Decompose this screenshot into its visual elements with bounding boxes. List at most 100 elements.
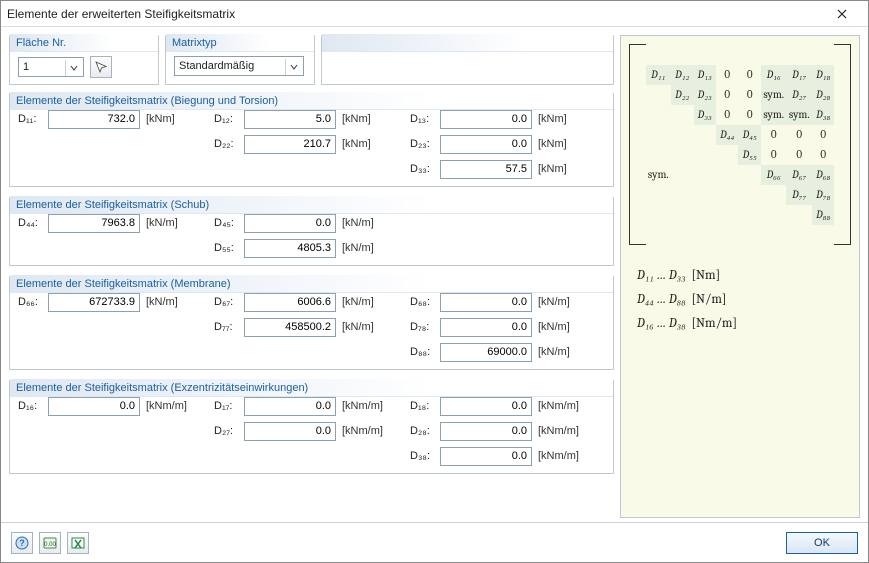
d88-input[interactable] [440,343,532,362]
matrix-cell [646,205,672,225]
d77-label: D₇₇: [214,321,240,333]
matrix-cell: 0 [716,65,738,85]
d28-label: D₂₈: [410,425,436,437]
d23-input[interactable] [440,135,532,154]
help-button[interactable]: ? [11,532,33,554]
matrix-cell [671,125,693,145]
shear-title: Elemente der Steifigkeitsmatrix (Schub) [10,196,613,214]
matrix-cell: 0 [812,145,834,165]
d28-input[interactable] [440,422,532,441]
matrixtype-select[interactable]: Standardmäßig [174,56,304,76]
help-icon: ? [15,536,29,550]
matrix-cell: 0 [738,65,760,85]
export-excel-button[interactable] [67,532,89,554]
units-button[interactable]: 0.00 [39,532,61,554]
titlebar: Elemente der erweiterten Steifigkeitsmat… [1,1,868,27]
matrix-cell: D₇₈ [812,185,834,205]
matrix-cell: D₁₁ [646,65,672,85]
arrow-pick-icon [94,60,108,74]
d78-input[interactable] [440,318,532,337]
matrix-cell [694,145,716,165]
matrix-cell [646,145,672,165]
info-panel: D₁₁D₁₂D₁₃00D₁₆D₁₇D₁₈D₂₂D₂₃00sym.D₂₇D₂₈D₃… [620,35,860,518]
d55-label: D₅₅: [214,242,240,254]
matrix-cell [786,205,812,225]
matrix-cell [646,85,672,105]
close-button[interactable] [822,2,862,26]
surface-group: Fläche Nr. 1 [9,35,159,85]
membrane-title: Elemente der Steifigkeitsmatrix (Membran… [10,275,613,293]
matrix-cell: 0 [716,105,738,125]
d16-input[interactable] [48,397,140,416]
matrix-cell: 0 [716,85,738,105]
d13-input[interactable] [440,110,532,129]
matrix-cell [646,105,672,125]
d18-input[interactable] [440,397,532,416]
shear-group: Elemente der Steifigkeitsmatrix (Schub) … [9,197,614,266]
d44-input[interactable] [48,214,140,233]
d22-label: D₂₂: [214,138,240,150]
d68-input[interactable] [440,293,532,312]
d12-input[interactable] [244,110,336,129]
matrix-cell: D₆₈ [812,165,834,185]
matrix-cell [694,185,716,205]
matrix-cell: D₁₈ [812,65,834,85]
window-title: Elemente der erweiterten Steifigkeitsmat… [7,7,235,21]
matrix-cell [671,145,693,165]
ok-button[interactable]: OK [786,532,858,554]
d16-label: D₁₆: [18,400,44,412]
matrix-cell [671,165,693,185]
matrix-cell: 0 [738,85,760,105]
chevron-down-icon [65,60,81,76]
matrix-cell [716,185,738,205]
d33-label: D₃₃: [410,163,436,175]
matrix-cell: sym. [786,105,812,125]
matrix-cell [671,185,693,205]
matrix-cell [694,125,716,145]
d11-input[interactable] [48,110,140,129]
d55-input[interactable] [244,239,336,258]
d38-label: D₃₈: [410,450,436,462]
d77-input[interactable] [244,318,336,337]
membrane-group: Elemente der Steifigkeitsmatrix (Membran… [9,276,614,370]
matrix-cell: sym. [646,165,672,185]
bending-group: Elemente der Steifigkeitsmatrix (Biegung… [9,93,614,187]
matrix-cell [694,205,716,225]
matrix-cell [716,165,738,185]
d27-input[interactable] [244,422,336,441]
matrix-cell [738,185,760,205]
matrixtype-label: Matrixtyp [166,34,314,52]
d45-input[interactable] [244,214,336,233]
d33-input[interactable] [440,160,532,179]
matrix-cell [761,185,787,205]
matrix-cell: D₅₅ [738,145,760,165]
matrix-cell: D₂₂ [671,85,693,105]
matrix-cell [694,165,716,185]
d22-input[interactable] [244,135,336,154]
d78-label: D₇₈: [410,321,436,333]
matrix-cell: D₂₈ [812,85,834,105]
bottom-bar: ? 0.00 OK [1,522,868,562]
matrix-cell [761,205,787,225]
d67-input[interactable] [244,293,336,312]
d18-label: D₁₈: [410,400,436,412]
d13-label: D₁₃: [410,113,436,125]
d38-input[interactable] [440,447,532,466]
d17-input[interactable] [244,397,336,416]
surface-select[interactable]: 1 [18,57,84,77]
matrix-cell: D₄₄ [716,125,738,145]
matrix-cell [716,145,738,165]
pick-surface-button[interactable] [90,56,112,78]
matrix-cell: D₁₃ [694,65,716,85]
matrix-cell [646,125,672,145]
matrix-cell: D₃₈ [812,105,834,125]
matrix-cell [738,205,760,225]
d44-label: D₄₄: [18,217,44,229]
matrix-cell: D₁₂ [671,65,693,85]
excel-icon [71,536,85,550]
matrix-cell: sym. [761,85,787,105]
d66-input[interactable] [48,293,140,312]
matrix-cell: 0 [761,125,787,145]
svg-text:?: ? [19,538,25,548]
d17-label: D₁₇: [214,400,240,412]
